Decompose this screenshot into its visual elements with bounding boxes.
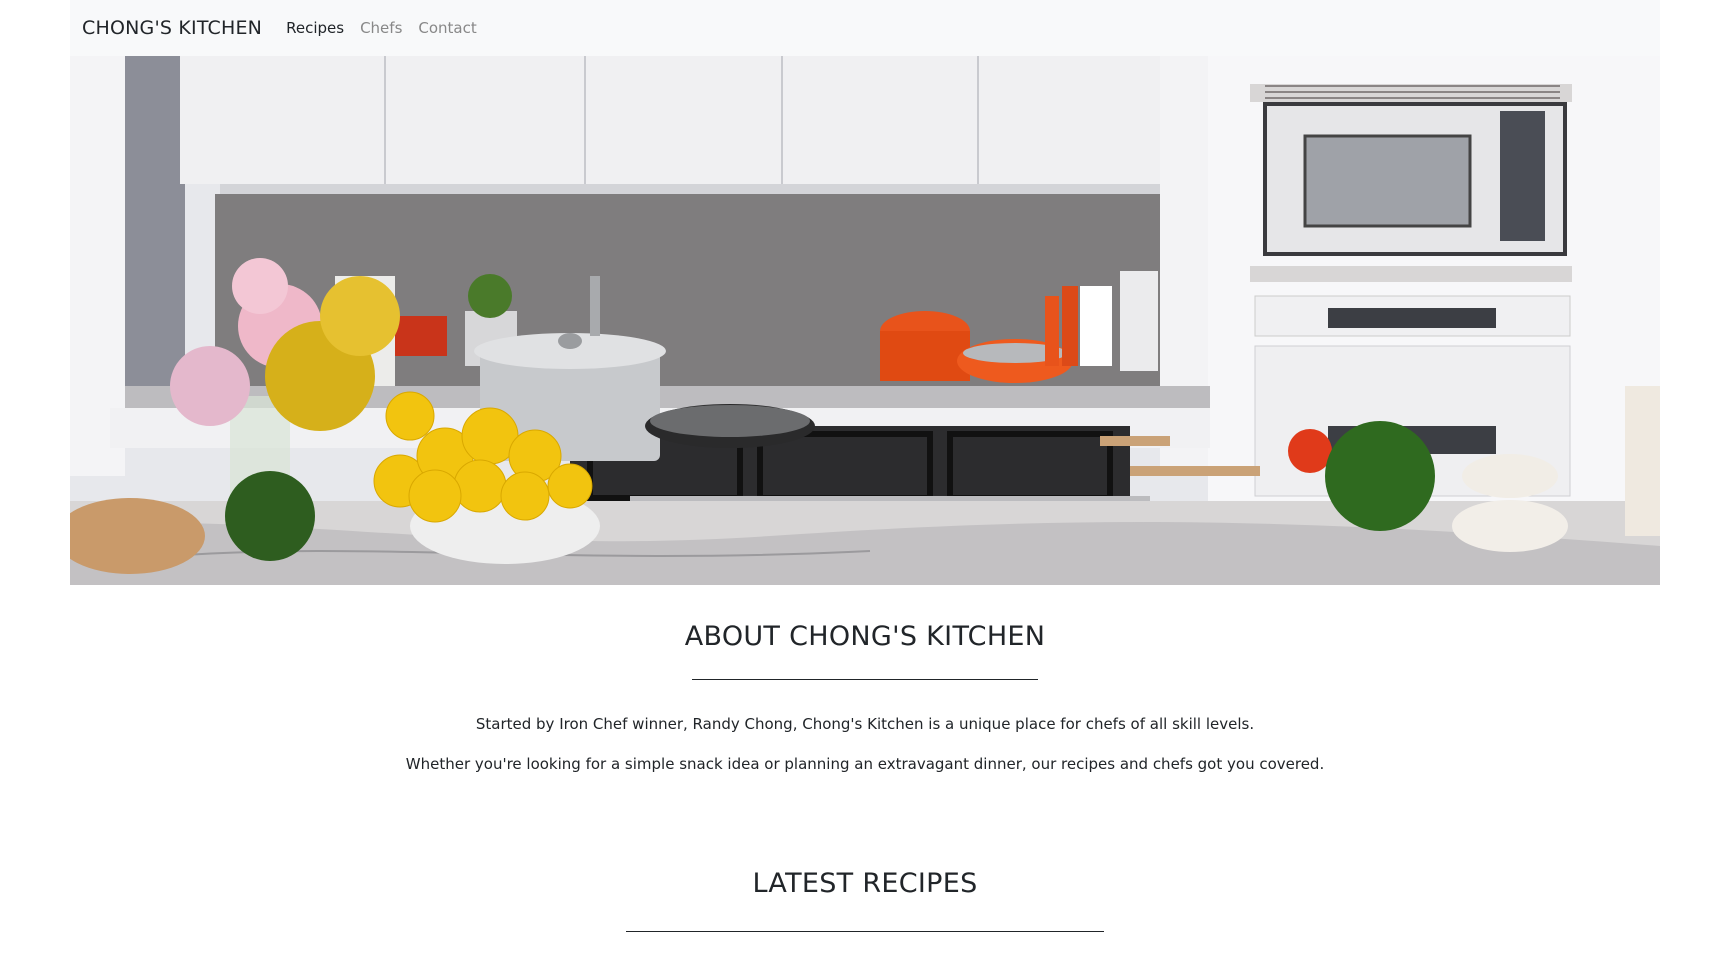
about-title: ABOUT CHONG'S KITCHEN — [684, 621, 1046, 652]
kitchen-hero-image — [70, 56, 1660, 585]
navbar: CHONG'S KITCHEN Recipes Chefs Contact — [70, 0, 1660, 56]
latest-recipes-section: LATEST RECIPES — [70, 868, 1660, 932]
about-paragraph-2: Whether you're looking for a simple snac… — [405, 755, 1325, 773]
nav-link-chefs[interactable]: Chefs — [360, 19, 402, 37]
nav-link-recipes[interactable]: Recipes — [286, 19, 344, 37]
about-section: ABOUT CHONG'S KITCHEN Started by Iron Ch… — [70, 621, 1660, 774]
kitchen-illustration — [70, 56, 1660, 585]
brand-link[interactable]: CHONG'S KITCHEN — [82, 17, 262, 39]
latest-divider — [626, 931, 1104, 932]
about-divider — [692, 679, 1038, 680]
about-paragraph-1: Started by Iron Chef winner, Randy Chong… — [475, 715, 1255, 733]
page-container: CHONG'S KITCHEN Recipes Chefs Contact AB… — [70, 0, 1660, 932]
about-text: Started by Iron Chef winner, Randy Chong… — [70, 714, 1660, 774]
nav-link-contact[interactable]: Contact — [418, 19, 476, 37]
latest-recipes-title: LATEST RECIPES — [752, 868, 978, 899]
